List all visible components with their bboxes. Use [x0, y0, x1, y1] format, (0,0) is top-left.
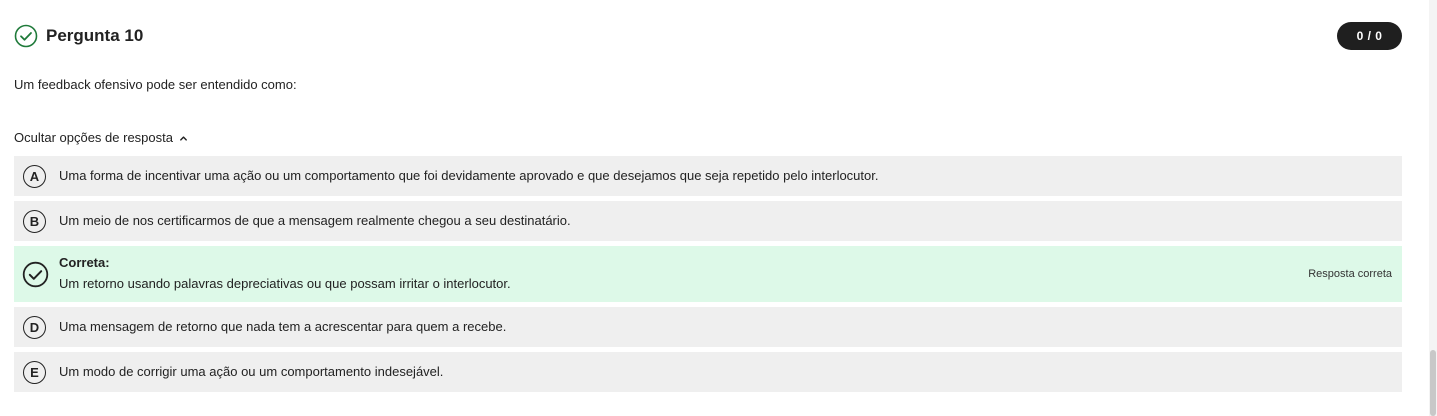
check-circle-icon	[14, 24, 38, 48]
answer-options: A Uma forma de incentivar uma ação ou um…	[14, 156, 1402, 397]
option-c-correct[interactable]: Correta: Um retorno usando palavras depr…	[14, 246, 1402, 302]
question-title: Pergunta 10	[46, 26, 144, 45]
option-letter: A	[23, 164, 46, 188]
option-letter: B	[23, 209, 46, 233]
option-text: Um retorno usando palavras depreciativas…	[59, 276, 511, 291]
option-text: Um meio de nos certificarmos de que a me…	[59, 213, 571, 228]
chevron-up-icon	[180, 135, 187, 141]
option-d[interactable]: D Uma mensagem de retorno que nada tem a…	[14, 307, 1402, 347]
option-a[interactable]: A Uma forma de incentivar uma ação ou um…	[14, 156, 1402, 196]
page-scrollbar[interactable]	[1429, 0, 1437, 416]
option-letter: D	[23, 315, 46, 339]
question-text: Um feedback ofensivo pode ser entendido …	[14, 77, 297, 92]
correct-answer-badge: Resposta correta	[1308, 268, 1392, 280]
option-text: Um modo de corrigir uma ação ou um compo…	[59, 364, 444, 379]
question-header: Pergunta 10 0 / 0	[14, 22, 1402, 50]
option-text: Uma mensagem de retorno que nada tem a a…	[59, 319, 507, 334]
score-badge: 0 / 0	[1337, 22, 1402, 50]
toggle-label: Ocultar opções de resposta	[14, 130, 173, 145]
option-e[interactable]: E Um modo de corrigir uma ação ou um com…	[14, 352, 1402, 392]
option-b[interactable]: B Um meio de nos certificarmos de que a …	[14, 201, 1402, 241]
check-circle-icon	[22, 261, 49, 288]
scrollbar-thumb[interactable]	[1430, 350, 1436, 416]
hide-answer-options-toggle[interactable]: Ocultar opções de resposta	[14, 129, 188, 147]
option-text: Uma forma de incentivar uma ação ou um c…	[59, 168, 879, 183]
option-letter: E	[23, 360, 46, 384]
correct-label: Correta:	[59, 255, 110, 270]
